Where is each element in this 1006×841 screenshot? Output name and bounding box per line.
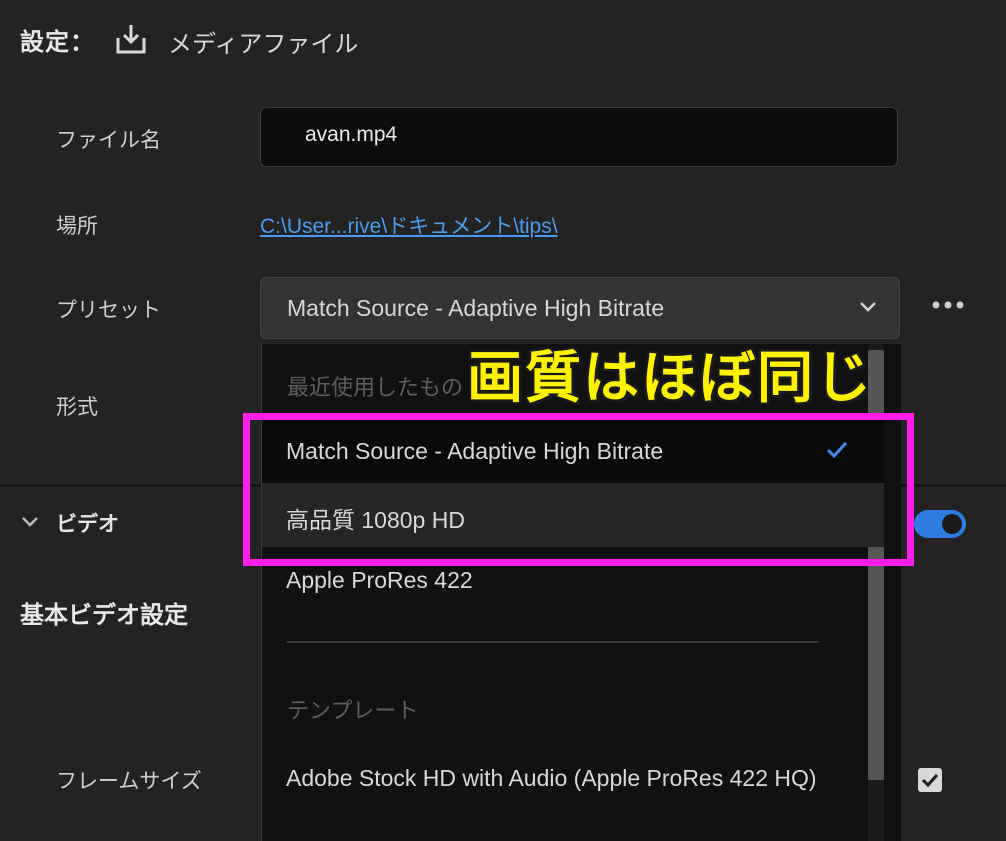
menu-item-label: Apple ProRes 422 — [286, 567, 473, 593]
filename-label: ファイル名 — [56, 128, 161, 152]
preset-value: Match Source - Adaptive High Bitrate — [287, 295, 665, 321]
annotation-text: 画質はほぼ同じ — [467, 346, 873, 411]
highlight-annotation-box — [243, 413, 914, 566]
filename-value: avan.mp4 — [305, 123, 398, 146]
chevron-down-icon — [859, 298, 877, 316]
video-toggle[interactable] — [914, 510, 966, 538]
chevron-down-icon[interactable] — [22, 514, 38, 528]
menu-separator — [287, 641, 819, 643]
more-horizontal-icon[interactable] — [930, 297, 966, 311]
frame-size-checkbox[interactable] — [918, 768, 942, 792]
recent-section-header: 最近使用したもの — [287, 376, 464, 401]
video-section-label[interactable]: ビデオ — [56, 508, 119, 538]
settings-label: 設定： — [20, 28, 95, 56]
location-label: 場所 — [56, 214, 98, 238]
download-icon[interactable] — [114, 22, 148, 56]
basic-video-settings-title: 基本ビデオ設定 — [20, 601, 188, 629]
menu-item-label: Adobe Stock HD with Audio (Apple ProRes … — [286, 765, 817, 791]
format-label: 形式 — [56, 395, 98, 419]
toggle-knob — [942, 514, 962, 534]
filename-input[interactable]: avan.mp4 — [260, 107, 898, 167]
preset-label: プリセット — [56, 298, 161, 322]
menu-item-adobe-stock-hd[interactable]: Adobe Stock HD with Audio (Apple ProRes … — [262, 744, 884, 834]
preset-select[interactable]: Match Source - Adaptive High Bitrate — [260, 277, 900, 339]
location-link[interactable]: C:\User...rive\ドキュメント\tips\ — [260, 210, 558, 240]
templates-section-header: テンプレート — [287, 699, 419, 724]
destination-title: メディアファイル — [168, 30, 359, 58]
frame-size-label: フレームサイズ — [56, 769, 202, 793]
